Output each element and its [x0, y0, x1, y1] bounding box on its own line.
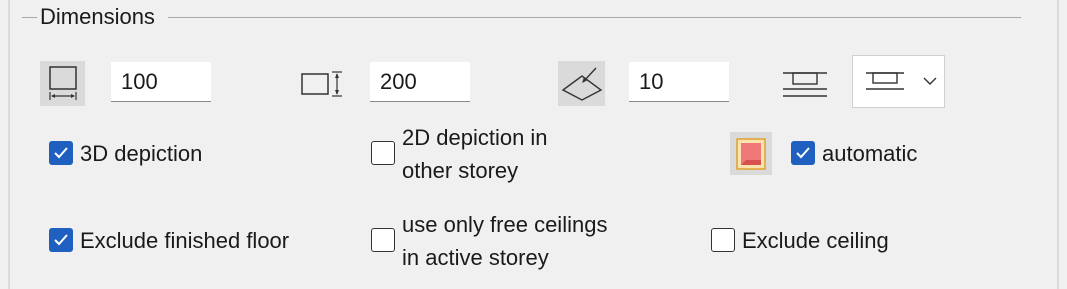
red-surface-swatch-icon[interactable] — [730, 132, 772, 175]
2d-depiction-label-line1: 2D depiction in — [402, 125, 548, 150]
3d-depiction-label: 3D depiction — [80, 141, 203, 166]
free-ceilings-label-line2: in active storey — [402, 245, 549, 270]
3d-depiction-checkbox[interactable] — [49, 141, 73, 165]
exclude-ceiling-label: Exclude ceiling — [742, 228, 889, 253]
free-ceilings-checkbox[interactable] — [371, 228, 395, 252]
window-frame-right — [1057, 0, 1059, 289]
2d-depiction-checkbox[interactable] — [371, 141, 395, 165]
exclude-finished-floor-checkbox[interactable] — [49, 228, 73, 252]
height-dimension-icon — [298, 64, 346, 104]
exclude-finished-floor-label: Exclude finished floor — [80, 228, 290, 253]
window-frame-left — [8, 0, 10, 289]
ceiling-option-icon — [866, 72, 904, 90]
2d-depiction-label-line2: other storey — [402, 158, 519, 183]
width-input[interactable] — [111, 62, 211, 102]
group-title: Dimensions — [40, 4, 155, 29]
automatic-checkbox[interactable] — [791, 141, 815, 165]
exclude-ceiling-checkbox[interactable] — [711, 228, 735, 252]
group-border-left — [22, 17, 37, 18]
width-dimension-icon — [40, 61, 85, 106]
height-input[interactable] — [370, 62, 470, 102]
angle-input[interactable] — [629, 62, 729, 102]
slope-angle-icon — [558, 61, 605, 106]
free-ceilings-label-line1: use only free ceilings — [402, 212, 608, 237]
ceiling-reference-dropdown[interactable] — [852, 55, 945, 108]
group-border-right — [168, 17, 1021, 18]
automatic-label: automatic — [822, 141, 918, 166]
ceiling-reference-icon — [780, 66, 830, 100]
chevron-down-icon — [923, 77, 937, 85]
